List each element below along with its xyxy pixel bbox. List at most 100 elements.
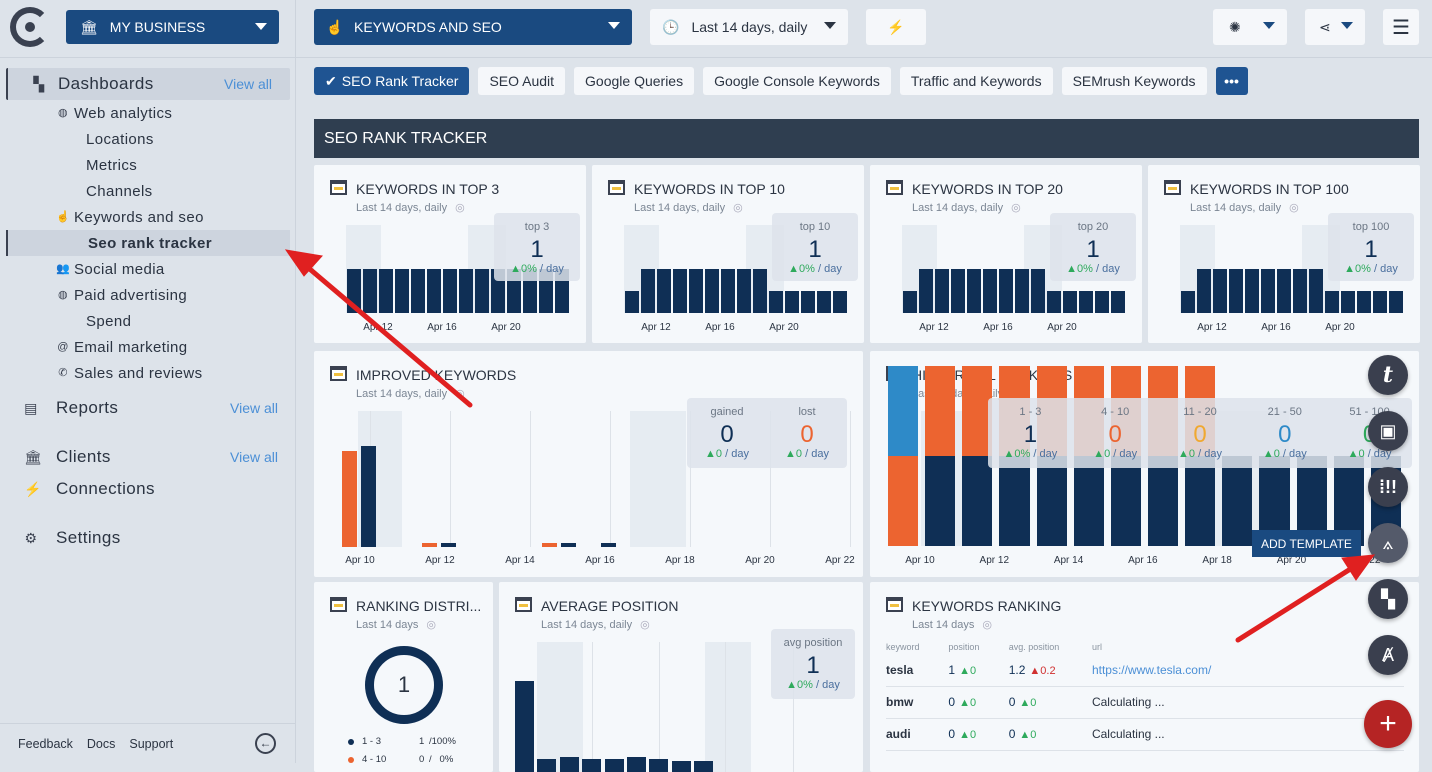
bar[interactable] [1277,269,1291,313]
sidebar-item[interactable]: Spend [0,308,296,334]
sidebar-item-clients[interactable]: 🏛 Clients View all [0,441,296,473]
bar[interactable] [1181,291,1195,313]
bar[interactable] [347,269,361,313]
bar[interactable] [1373,291,1387,313]
more-tabs-button[interactable]: ••• [1215,67,1248,95]
bar[interactable] [604,759,624,772]
add-button[interactable]: + [1364,700,1412,748]
bar-gained[interactable] [361,446,376,547]
bar[interactable] [1229,269,1243,313]
logo[interactable] [10,7,50,47]
add-widget-button[interactable]: ⁞!! [1368,467,1408,507]
tab[interactable]: SEO Audit [478,67,566,95]
bar[interactable] [1293,269,1307,313]
tab[interactable]: SEMrush Keywords [1061,67,1207,95]
collapse-sidebar-icon[interactable]: ← [255,733,276,754]
bar-segment[interactable] [1073,456,1104,546]
date-range-selector[interactable]: 🕒 Last 14 days, daily [650,9,848,45]
bar[interactable] [833,291,847,313]
bar[interactable] [459,269,473,313]
bar[interactable] [395,269,409,313]
docs-link[interactable]: Docs [87,737,115,751]
bar[interactable] [427,269,441,313]
sidebar-item[interactable]: Seo rank tracker [6,230,290,256]
bar[interactable] [1325,291,1339,313]
bar[interactable] [1357,291,1371,313]
bar[interactable] [769,291,783,313]
bar-segment[interactable] [1110,456,1141,546]
table-row[interactable]: tesla 1 ▲0 1.2 ▲0.2 https://www.tesla.com/ [886,654,1404,687]
bar[interactable] [935,269,949,313]
table-row[interactable]: audi 0 ▲0 0 ▲0 Calculating ... [886,718,1404,751]
sidebar-item-settings[interactable]: ⚙ Settings [0,522,296,554]
bar-gained[interactable] [441,543,456,547]
sidebar-item[interactable]: @ Email marketing [0,334,296,360]
bar[interactable] [537,759,557,772]
bar[interactable] [999,269,1013,313]
sidebar-item[interactable]: Channels [0,178,296,204]
sidebar-item[interactable]: ◍ Web analytics [0,100,296,126]
bar[interactable] [1341,291,1355,313]
sidebar-item[interactable]: Locations [0,126,296,152]
bar[interactable] [641,269,655,313]
bar[interactable] [627,757,646,772]
bar[interactable] [817,291,831,313]
bar[interactable] [1261,269,1275,313]
bar[interactable] [1047,291,1061,313]
theme-button[interactable]: ✺ [1213,9,1287,45]
bar[interactable] [559,757,579,772]
bar[interactable] [649,759,669,772]
bar[interactable] [785,291,799,313]
bar[interactable] [967,269,981,313]
view-all-clients-link[interactable]: View all [230,449,278,465]
add-image-button[interactable]: ▣ [1368,411,1408,451]
sidebar-item-reports[interactable]: ▤ Reports View all [0,392,296,424]
bar[interactable] [753,269,767,313]
bar[interactable] [1245,269,1259,313]
bar[interactable] [1079,291,1093,313]
bar[interactable] [363,269,377,313]
bar-lost[interactable] [422,543,437,547]
bar[interactable] [582,759,602,772]
bar-gained[interactable] [561,543,576,547]
bar[interactable] [705,269,719,313]
bar[interactable] [1095,291,1109,313]
bar-segment[interactable] [962,456,993,546]
table-row[interactable]: bmw 0 ▲0 0 ▲0 Calculating ... [886,686,1404,719]
sidebar-item[interactable]: ☝ Keywords and seo [0,204,296,230]
sidebar-item[interactable]: 👥 Social media [0,256,296,282]
business-selector[interactable]: 🏛 MY BUSINESS [66,10,279,44]
view-all-reports-link[interactable]: View all [230,400,278,416]
bar[interactable] [1111,291,1125,313]
bar-lost[interactable] [342,451,357,547]
bar[interactable] [721,269,735,313]
bar[interactable] [903,291,917,313]
bar[interactable] [1063,291,1077,313]
bar[interactable] [801,291,815,313]
view-all-dashboards-link[interactable]: View all [224,76,272,92]
bar-segment[interactable] [925,366,956,456]
tab[interactable]: Google Queries [574,67,695,95]
bar[interactable] [1213,269,1227,313]
bar[interactable] [951,269,965,313]
bar-lost[interactable] [542,543,557,547]
sidebar-item[interactable]: ◍ Paid advertising [0,282,296,308]
bar[interactable] [515,681,534,772]
bar-segment[interactable] [999,456,1030,546]
bar[interactable] [1309,269,1323,313]
connections-button[interactable]: ⚡ [866,9,926,45]
sidebar-item[interactable]: ✆ Sales and reviews [0,360,296,386]
bar-segment[interactable] [1185,456,1216,546]
add-text-button[interactable]: t [1368,355,1408,395]
menu-button[interactable]: ☰ [1383,9,1419,45]
bar[interactable] [1015,269,1029,313]
bar[interactable] [379,269,393,313]
bar-segment[interactable] [1148,456,1179,546]
url-link[interactable]: https://www.tesla.com/ [1092,663,1211,677]
bar-gained[interactable] [601,543,616,547]
bar[interactable] [1031,269,1045,313]
url-cell[interactable]: https://www.tesla.com/ [1091,654,1404,687]
tab[interactable]: Traffic and Keywords [899,67,1053,95]
bar-segment[interactable] [888,366,919,456]
bar[interactable] [737,269,751,313]
